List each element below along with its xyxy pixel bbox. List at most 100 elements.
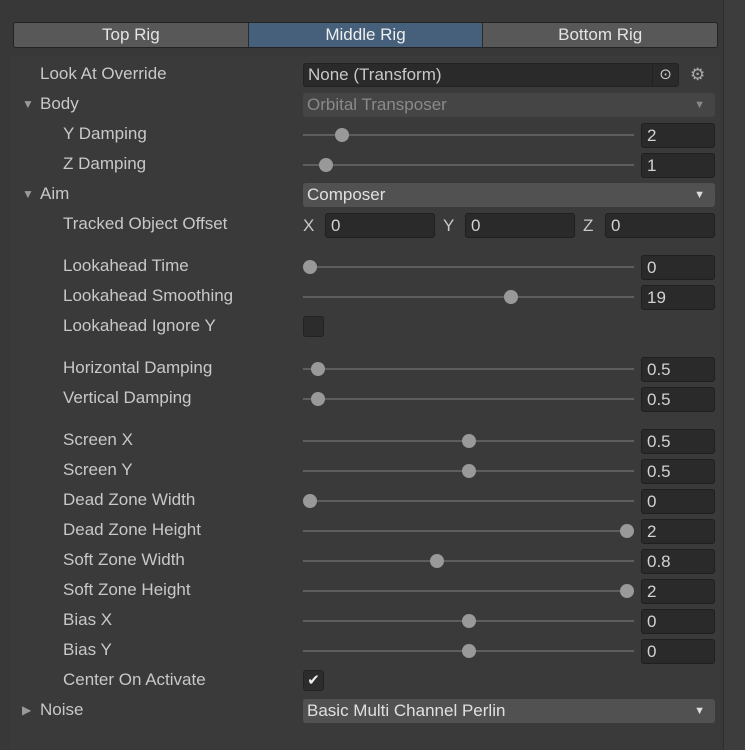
property-row-noise: ▶ Noise Basic Multi Channel Perlin ▼ — [10, 695, 720, 725]
tracked-object-offset-z-input[interactable]: 0 — [605, 213, 715, 238]
object-picker-icon[interactable]: ⊙ — [652, 64, 678, 86]
z-damping-slider[interactable] — [303, 153, 634, 177]
gear-icon[interactable]: ⚙ — [690, 65, 705, 85]
center-on-activate-label: Center On Activate — [63, 670, 206, 689]
horizontal-damping-label: Horizontal Damping — [63, 358, 213, 377]
slider-handle[interactable] — [429, 554, 444, 568]
slider-track — [303, 296, 634, 298]
noise-label: Noise — [40, 700, 84, 719]
lookahead-smoothing-slider[interactable] — [303, 285, 634, 309]
dead-zone-width-label: Dead Zone Width — [63, 490, 196, 509]
slider-handle[interactable] — [461, 614, 476, 628]
property-row-screen-y: Screen Y 0.5 — [10, 455, 720, 485]
slider-handle[interactable] — [620, 584, 634, 598]
soft-zone-height-label: Soft Zone Height — [63, 580, 191, 599]
property-row-screen-x: Screen X 0.5 — [10, 425, 720, 455]
bias-x-slider[interactable] — [303, 609, 634, 633]
tracked-object-offset-x-input[interactable]: 0 — [325, 213, 435, 238]
property-row-dead-zone-width: Dead Zone Width 0 — [10, 485, 720, 515]
horizontal-damping-slider[interactable] — [303, 357, 634, 381]
dead-zone-width-input[interactable]: 0 — [641, 489, 715, 514]
vertical-damping-slider[interactable] — [303, 387, 634, 411]
dead-zone-height-input[interactable]: 2 — [641, 519, 715, 544]
aim-value: Composer — [307, 185, 386, 204]
property-row-tracked-object-offset: Tracked Object Offset X 0 Y 0 Z 0 — [10, 209, 720, 239]
center-on-activate-checkbox[interactable]: ✔ — [303, 670, 324, 691]
bias-y-label: Bias Y — [63, 640, 112, 659]
bias-x-input[interactable]: 0 — [641, 609, 715, 634]
lookahead-ignore-y-label: Lookahead Ignore Y — [63, 316, 216, 335]
slider-handle[interactable] — [310, 392, 325, 406]
bias-y-slider[interactable] — [303, 639, 634, 663]
body-dropdown: Orbital Transposer ▼ — [303, 93, 715, 117]
y-damping-slider[interactable] — [303, 123, 634, 147]
property-row-lookahead-time: Lookahead Time 0 — [10, 251, 720, 281]
y-damping-label: Y Damping — [63, 124, 147, 143]
chevron-down-icon: ▼ — [694, 705, 705, 717]
slider-track — [303, 398, 634, 400]
lookahead-ignore-y-checkbox[interactable] — [303, 316, 324, 337]
tab-middle-rig[interactable]: Middle Rig — [248, 23, 484, 47]
property-row-horizontal-damping: Horizontal Damping 0.5 — [10, 353, 720, 383]
slider-handle[interactable] — [334, 128, 349, 142]
foldout-collapsed-icon[interactable]: ▶ — [22, 703, 31, 717]
property-row-dead-zone-height: Dead Zone Height 2 — [10, 515, 720, 545]
slider-handle[interactable] — [303, 260, 317, 274]
screen-y-label: Screen Y — [63, 460, 133, 479]
lookahead-time-slider[interactable] — [303, 255, 634, 279]
property-row-look-at-override: Look At Override None (Transform) ⊙ ⚙ — [10, 59, 720, 89]
lookahead-time-input[interactable]: 0 — [641, 255, 715, 280]
property-row-vertical-damping: Vertical Damping 0.5 — [10, 383, 720, 413]
aim-dropdown[interactable]: Composer ▼ — [303, 183, 715, 207]
slider-handle[interactable] — [503, 290, 518, 304]
y-damping-input[interactable]: 2 — [641, 123, 715, 148]
slider-handle[interactable] — [310, 362, 325, 376]
look-at-override-value: None (Transform) — [308, 65, 442, 84]
row-spacer — [10, 341, 720, 353]
tracked-object-offset-y-input[interactable]: 0 — [465, 213, 575, 238]
slider-handle[interactable] — [620, 524, 634, 538]
property-row-body: ▼ Body Orbital Transposer ▼ — [10, 89, 720, 119]
tab-top-rig[interactable]: Top Rig — [14, 23, 249, 47]
screen-y-slider[interactable] — [303, 459, 634, 483]
slider-handle[interactable] — [461, 434, 476, 448]
tab-bottom-rig[interactable]: Bottom Rig — [483, 23, 717, 47]
slider-track — [303, 590, 634, 592]
slider-track — [303, 164, 634, 166]
chevron-down-icon: ▼ — [694, 99, 705, 111]
screen-y-input[interactable]: 0.5 — [641, 459, 715, 484]
foldout-expanded-icon[interactable]: ▼ — [22, 187, 34, 201]
bias-y-input[interactable]: 0 — [641, 639, 715, 664]
body-label: Body — [40, 94, 79, 113]
soft-zone-width-label: Soft Zone Width — [63, 550, 185, 569]
slider-handle[interactable] — [461, 644, 476, 658]
screen-x-label: Screen X — [63, 430, 133, 449]
slider-handle[interactable] — [318, 158, 333, 172]
screen-x-slider[interactable] — [303, 429, 634, 453]
lookahead-smoothing-input[interactable]: 19 — [641, 285, 715, 310]
noise-dropdown[interactable]: Basic Multi Channel Perlin ▼ — [303, 699, 715, 723]
z-damping-input[interactable]: 1 — [641, 153, 715, 178]
foldout-expanded-icon[interactable]: ▼ — [22, 97, 34, 111]
body-value: Orbital Transposer — [307, 95, 447, 114]
look-at-override-object-field[interactable]: None (Transform) ⊙ — [303, 63, 679, 87]
lookahead-smoothing-label: Lookahead Smoothing — [63, 286, 234, 305]
dead-zone-height-slider[interactable] — [303, 519, 634, 543]
screen-x-input[interactable]: 0.5 — [641, 429, 715, 454]
horizontal-damping-input[interactable]: 0.5 — [641, 357, 715, 382]
property-row-bias-y: Bias Y 0 — [10, 635, 720, 665]
look-at-override-label: Look At Override — [40, 64, 167, 83]
x-axis-label: X — [303, 216, 315, 235]
tracked-object-offset-label: Tracked Object Offset — [63, 214, 228, 233]
scrollbar[interactable] — [723, 0, 745, 750]
soft-zone-width-input[interactable]: 0.8 — [641, 549, 715, 574]
dead-zone-width-slider[interactable] — [303, 489, 634, 513]
slider-handle[interactable] — [461, 464, 476, 478]
lookahead-time-label: Lookahead Time — [63, 256, 189, 275]
dead-zone-height-label: Dead Zone Height — [63, 520, 201, 539]
soft-zone-height-input[interactable]: 2 — [641, 579, 715, 604]
soft-zone-height-slider[interactable] — [303, 579, 634, 603]
soft-zone-width-slider[interactable] — [303, 549, 634, 573]
slider-handle[interactable] — [303, 494, 317, 508]
vertical-damping-input[interactable]: 0.5 — [641, 387, 715, 412]
